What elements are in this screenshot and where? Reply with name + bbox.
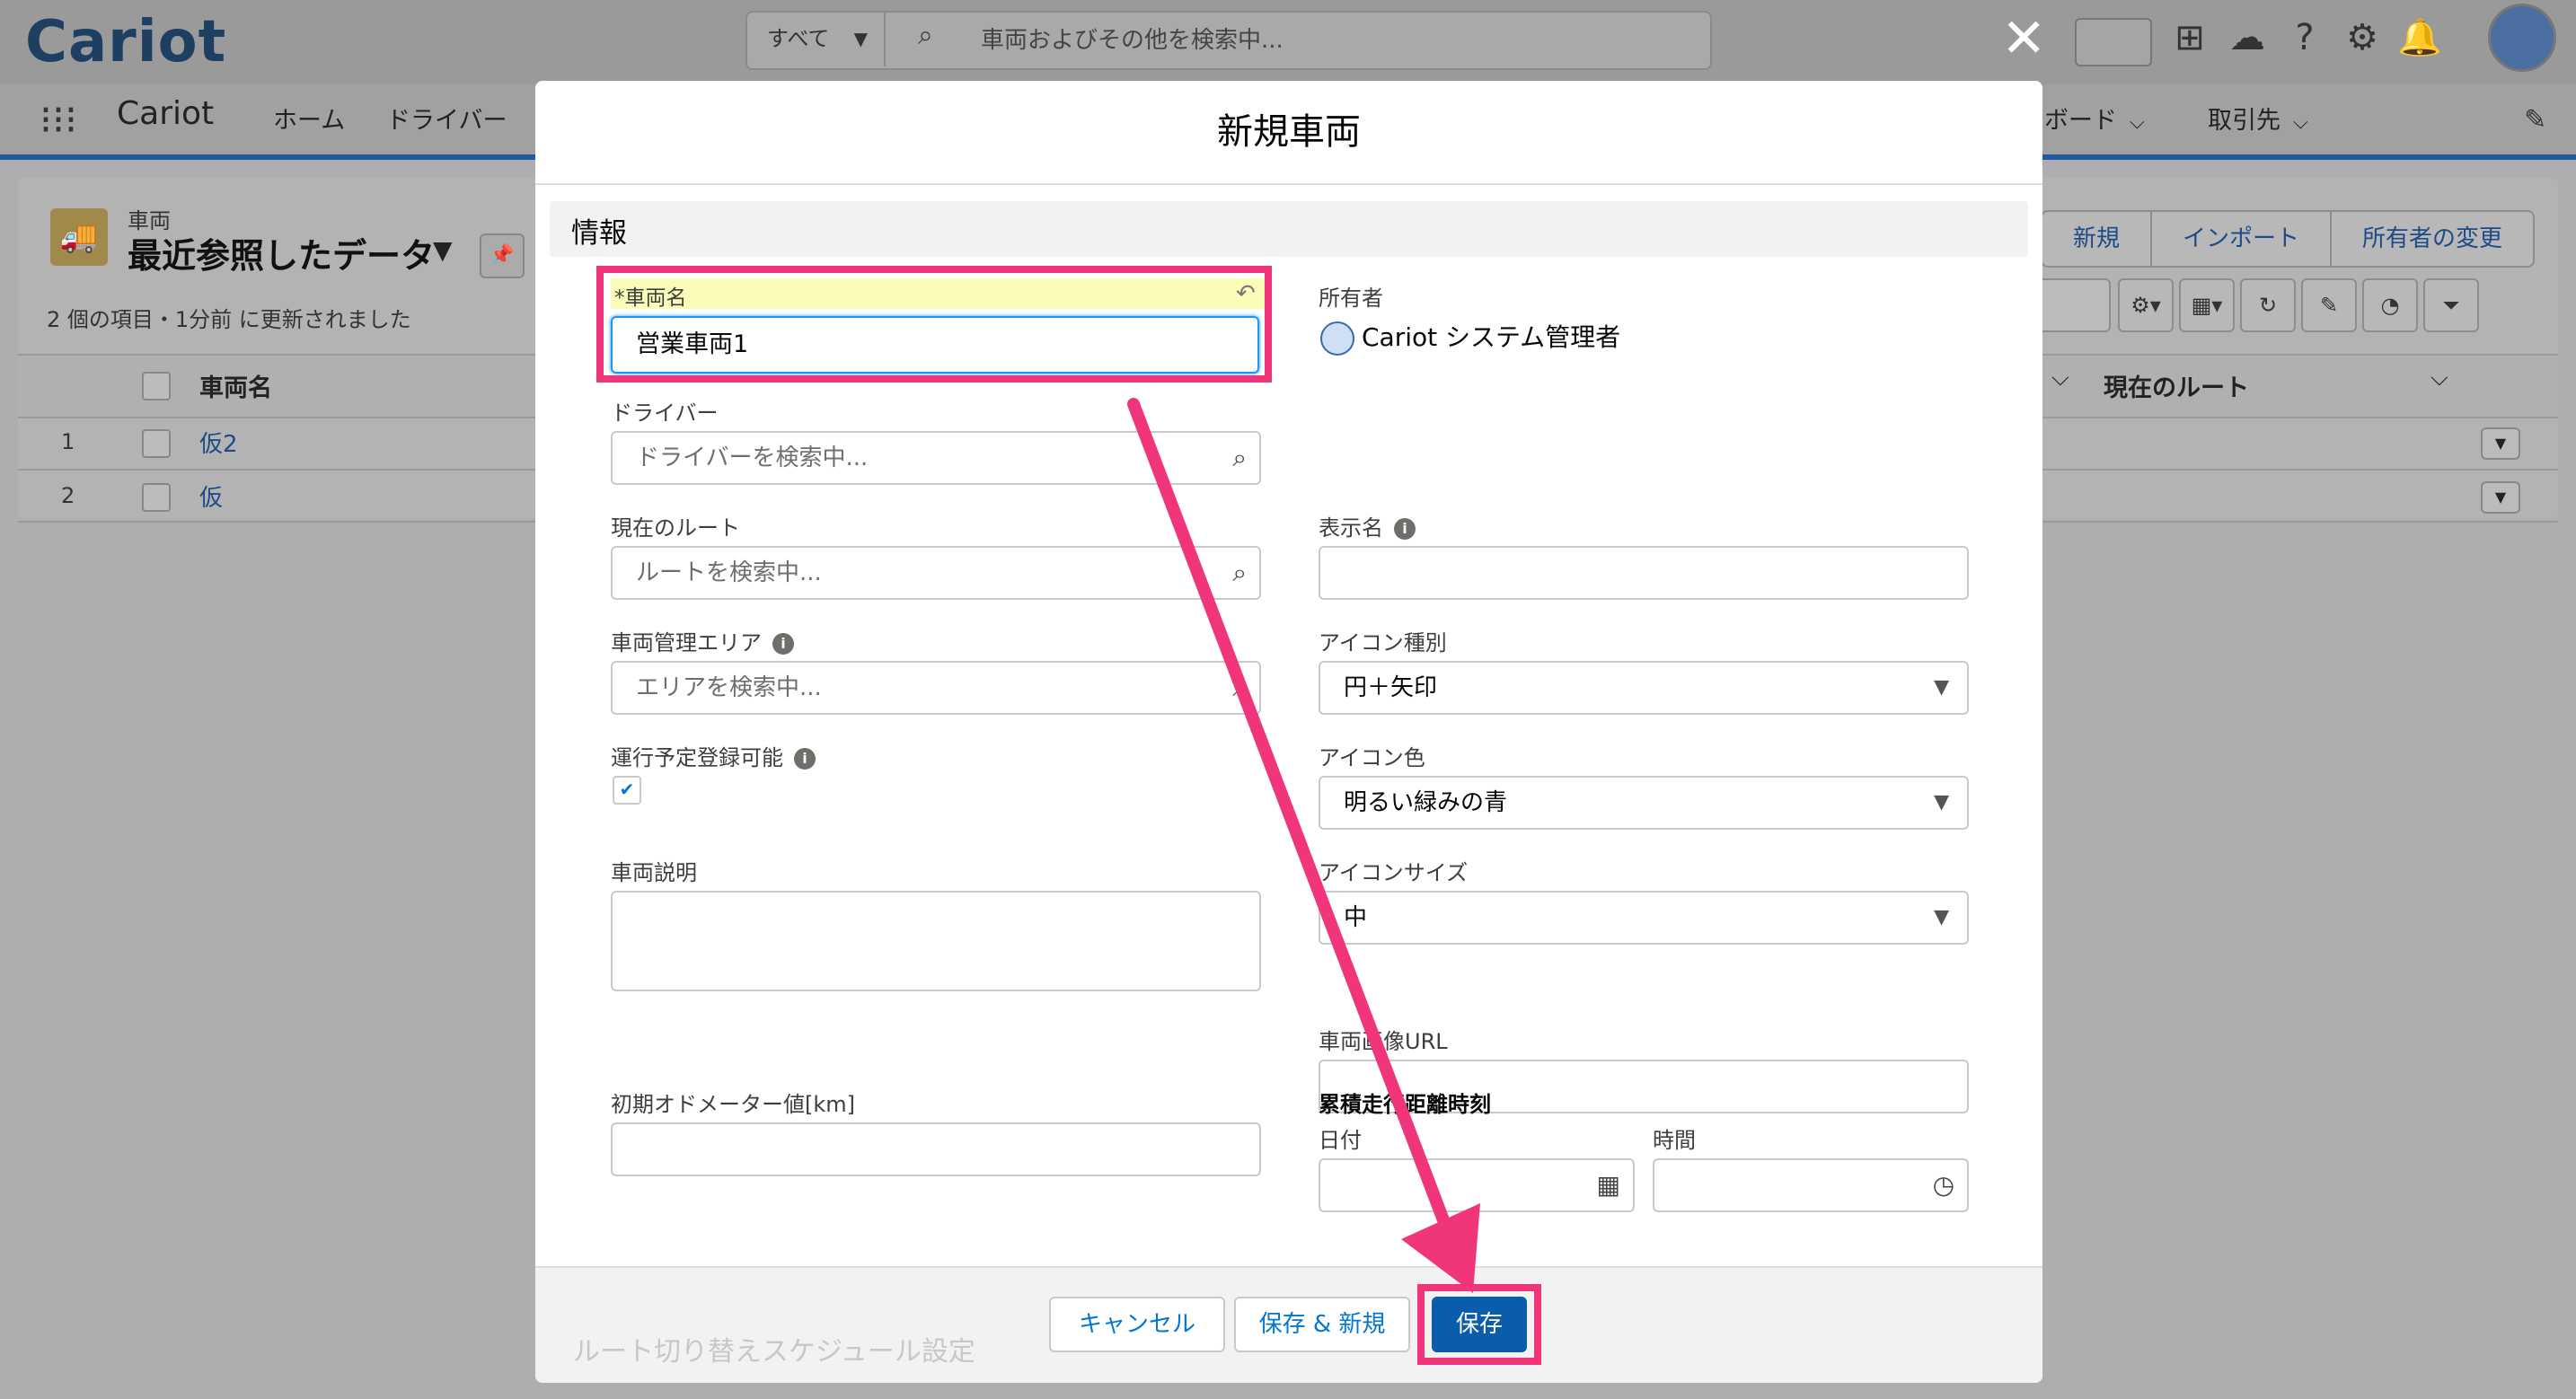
arrow-shaft [1127, 398, 1454, 1238]
annotation-arrow [1127, 398, 1480, 1293]
